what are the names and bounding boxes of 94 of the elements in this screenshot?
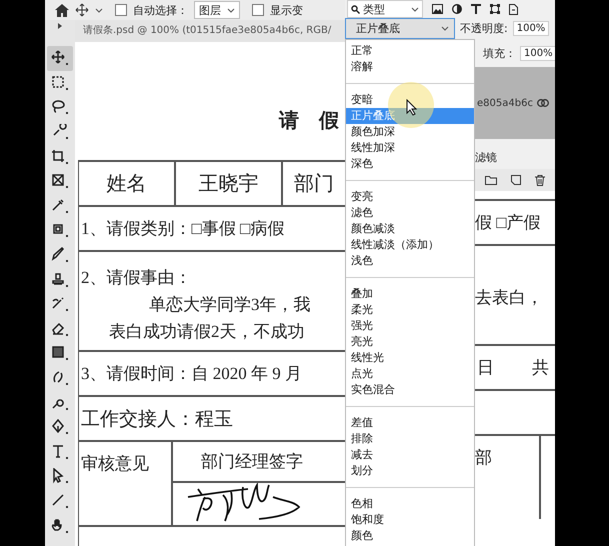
caret-icon bbox=[227, 8, 235, 12]
blend-mode-option[interactable]: 正常 bbox=[346, 43, 474, 59]
new-layer-icon[interactable] bbox=[511, 175, 521, 185]
brush-icon[interactable] bbox=[51, 247, 69, 264]
blend-mode-option[interactable]: 柔光 bbox=[346, 302, 474, 318]
eraser-icon[interactable] bbox=[51, 320, 69, 337]
leave-time-text: 共 bbox=[532, 357, 549, 379]
hand-icon[interactable] bbox=[51, 518, 69, 534]
blend-mode-option[interactable]: 溶解 bbox=[346, 59, 474, 75]
home-icon[interactable] bbox=[55, 4, 69, 16]
blend-mode-option[interactable]: 划分 bbox=[346, 463, 474, 479]
move-icon[interactable] bbox=[51, 50, 69, 66]
crop-icon[interactable] bbox=[51, 148, 69, 165]
blend-mode-option[interactable]: 颜色加深 bbox=[346, 124, 474, 140]
handover-text: 工作交接人：程玉 bbox=[81, 408, 233, 432]
reason-label: 2、请假事由： bbox=[81, 267, 192, 289]
caret-icon bbox=[411, 6, 419, 12]
patch-icon[interactable] bbox=[51, 222, 69, 238]
folder-icon[interactable] bbox=[485, 175, 497, 185]
opacity-label: 不透明度: bbox=[460, 21, 508, 36]
blend-mode-select[interactable]: 正片叠底 bbox=[345, 18, 455, 39]
blend-mode-option[interactable]: 线性加深 bbox=[346, 140, 474, 156]
stamp-icon[interactable] bbox=[51, 272, 69, 288]
eyedropper-icon[interactable] bbox=[51, 198, 69, 214]
cursor-icon bbox=[406, 99, 418, 116]
blend-mode-option[interactable]: 叠加 bbox=[346, 286, 474, 302]
blend-mode-option[interactable]: 差值 bbox=[346, 415, 474, 431]
collapse-icon[interactable] bbox=[57, 23, 63, 29]
blend-mode-option[interactable]: 线性光 bbox=[346, 350, 474, 366]
leave-time-text: 3、请假时间：自 2020 年 9 月 bbox=[81, 363, 302, 385]
leave-type-text: 假 □产假 bbox=[475, 212, 541, 234]
leave-type-text: 1、请假类别：□事假 □病假 bbox=[81, 218, 284, 240]
blend-mode-option[interactable]: 实色混合 bbox=[346, 382, 474, 398]
quick-select-icon[interactable] bbox=[51, 124, 69, 140]
fill-label: 填充： bbox=[483, 46, 516, 60]
search-icon bbox=[351, 4, 360, 14]
table-cell: 审核意见 bbox=[79, 442, 173, 525]
blend-mode-option[interactable]: 颜色减淡 bbox=[346, 221, 474, 237]
table-cell-text: 部门 bbox=[293, 172, 335, 197]
marquee-icon[interactable] bbox=[51, 74, 69, 91]
history-brush-icon[interactable] bbox=[51, 296, 69, 312]
half-circle-icon[interactable] bbox=[452, 4, 462, 14]
move-icon[interactable] bbox=[75, 3, 89, 17]
blend-mode-option[interactable]: 变亮 bbox=[346, 189, 474, 205]
layer-name: e805a4b6c bbox=[477, 98, 533, 108]
checkbox[interactable] bbox=[252, 4, 264, 16]
opacity-field[interactable]: 100% bbox=[512, 21, 550, 36]
show-transform-label: 显示变 bbox=[270, 2, 303, 18]
reason-text: 单恋大学同学3年，我 bbox=[148, 294, 312, 316]
blend-mode-option[interactable]: 深色 bbox=[346, 156, 474, 172]
blend-mode-option[interactable]: 颜色 bbox=[346, 528, 474, 544]
text-tool-icon[interactable] bbox=[51, 444, 69, 460]
blend-mode-option[interactable]: 减去 bbox=[346, 447, 474, 463]
target-select[interactable]: 图层 bbox=[194, 1, 240, 19]
gradient-icon[interactable] bbox=[51, 345, 69, 362]
document-tab[interactable]: 请假条.psd @ 100% (t01515fae3e805a4b6c, RGB/ bbox=[75, 20, 345, 42]
blend-mode-option[interactable]: 变暗 bbox=[346, 92, 474, 108]
blend-mode-option[interactable]: 排除 bbox=[346, 431, 474, 447]
document-icon[interactable] bbox=[509, 4, 518, 14]
line-icon[interactable] bbox=[51, 492, 69, 509]
filter-label: 滤镜 bbox=[475, 150, 497, 165]
smudge-icon[interactable] bbox=[51, 370, 69, 386]
checkbox[interactable] bbox=[115, 4, 127, 16]
image-icon[interactable] bbox=[432, 4, 443, 14]
blend-mode-option[interactable]: 色相 bbox=[346, 496, 474, 512]
transform-icon[interactable] bbox=[490, 4, 500, 14]
fill-field[interactable]: 100% bbox=[520, 46, 557, 60]
blend-mode-option[interactable]: 饱和度 bbox=[346, 512, 474, 528]
table-cell: 姓名 bbox=[79, 162, 176, 205]
reason-text: 表白成功请假2天，不成功 bbox=[108, 321, 306, 343]
blend-mode-option[interactable]: 浅色 bbox=[346, 253, 474, 269]
auto-select-label: 自动选择： bbox=[133, 2, 188, 18]
form-title: 请 假 bbox=[279, 109, 339, 134]
layer-row[interactable]: e805a4b6c bbox=[475, 67, 555, 139]
blend-mode-option[interactable]: 点光 bbox=[346, 366, 474, 382]
table-cell: 王晓宇 bbox=[176, 162, 283, 205]
reason-text: 去表白， bbox=[475, 287, 543, 309]
path-select-icon[interactable] bbox=[51, 468, 69, 484]
lasso-icon[interactable] bbox=[51, 99, 69, 116]
link-icon[interactable] bbox=[536, 98, 549, 108]
caret-icon bbox=[441, 26, 449, 31]
text-icon[interactable] bbox=[471, 4, 481, 14]
pen-icon[interactable] bbox=[51, 419, 69, 436]
leave-time-text: 日 bbox=[477, 357, 494, 379]
move-tool-button[interactable] bbox=[47, 46, 73, 71]
caret-icon[interactable] bbox=[95, 8, 103, 12]
trash-icon[interactable] bbox=[535, 174, 545, 186]
blend-mode-option[interactable]: 强光 bbox=[346, 318, 474, 334]
blend-mode-option[interactable]: 线性减淡（添加） bbox=[346, 237, 474, 253]
table-cell-text: 部 bbox=[475, 447, 493, 469]
filter-select[interactable]: 类型 bbox=[347, 0, 423, 18]
blend-mode-option[interactable]: 滤色 bbox=[346, 205, 474, 221]
frame-icon[interactable] bbox=[51, 173, 69, 190]
blend-mode-option[interactable]: 亮光 bbox=[346, 334, 474, 350]
